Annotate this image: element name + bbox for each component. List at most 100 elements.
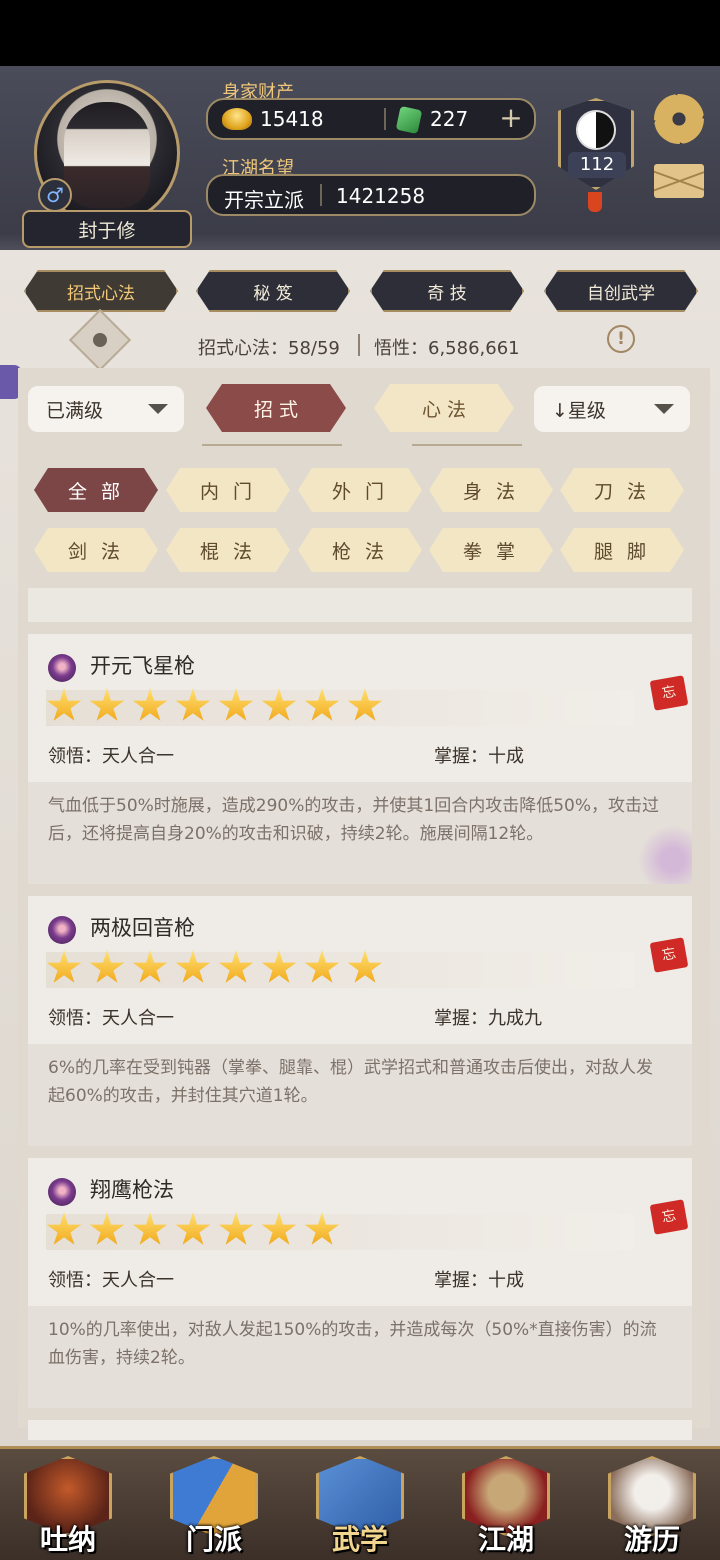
star-icon (347, 950, 383, 983)
star-icon (261, 688, 297, 721)
nav-label: 江湖 (477, 1523, 534, 1556)
star-icon (46, 688, 82, 721)
sort-value: ↓星级 (552, 399, 606, 422)
skill-description: 气血低于50%时施展，造成290%的攻击，并使其1回合内攻击降低50%，攻击过后… (48, 796, 659, 844)
skill-description: 10%的几率使出，对敌人发起150%的攻击，并造成每次（50%*直接伤害）的流血… (48, 1320, 657, 1368)
star-icon (46, 1212, 82, 1245)
rank-title: 开宗立派 (224, 188, 304, 212)
divider (384, 108, 386, 130)
tab-underline (202, 444, 342, 446)
chevron-down-icon (654, 404, 674, 414)
wealth-bar (206, 98, 536, 140)
gender-icon: ♂ (38, 178, 72, 212)
tab-special-skills[interactable]: 奇 技 (370, 270, 524, 312)
category-inner[interactable]: 内 门 (166, 468, 290, 512)
nav-travel[interactable]: 游历 (602, 1452, 702, 1556)
skill-insight: 领悟：天人合一 (48, 1270, 174, 1291)
tab-manuals[interactable]: 秘 笈 (196, 270, 350, 312)
star-icon (347, 688, 383, 721)
spear-skill-icon (48, 654, 76, 682)
category-outer[interactable]: 外 门 (298, 468, 422, 512)
star-icon (175, 950, 211, 983)
skill-insight: 领悟：天人合一 (48, 746, 174, 767)
level-filter-value: 已满级 (46, 399, 104, 422)
star-icon (218, 950, 254, 983)
nav-jianghu[interactable]: 江湖 (456, 1452, 556, 1556)
skill-mastery: 掌握：十成 (434, 1270, 524, 1291)
forget-button[interactable]: 忘 (649, 937, 689, 973)
tab-custom-martial-arts[interactable]: 自创武学 (544, 270, 698, 312)
star-rating (46, 950, 383, 986)
category-blade[interactable]: 刀 法 (560, 468, 684, 512)
category-sword[interactable]: 剑 法 (34, 528, 158, 572)
skill-insight: 领悟：天人合一 (48, 1008, 174, 1029)
skill-name: 两极回音枪 (90, 916, 195, 940)
star-icon (261, 950, 297, 983)
avatar-portrait (64, 102, 150, 208)
nav-label: 吐纳 (39, 1523, 96, 1556)
nav-sect[interactable]: 门派 (164, 1452, 264, 1556)
skill-card[interactable]: 开元飞星枪 领悟：天人合一 掌握：十成 气血低于50%时施展，造成290%的攻击… (28, 634, 692, 884)
tab-inner-methods[interactable]: 心 法 (374, 384, 514, 432)
tab-underline (412, 444, 522, 446)
level-filter-dropdown[interactable]: 已满级 (28, 386, 184, 432)
skill-description: 6%的几率在受到钝器（掌拳、腿靠、棍）武学招式和普通攻击后使出，对敌人发起60%… (48, 1058, 653, 1106)
star-rating (46, 1212, 340, 1248)
skill-card[interactable]: 两极回音枪 领悟：天人合一 掌握：九成九 6%的几率在受到钝器（掌拳、腿靠、棍）… (28, 896, 692, 1146)
forget-button[interactable]: 忘 (649, 1199, 689, 1235)
nav-label: 游历 (623, 1523, 680, 1556)
category-all[interactable]: 全 部 (34, 468, 158, 512)
star-icon (89, 1212, 125, 1245)
star-icon (218, 1212, 254, 1245)
star-icon (175, 688, 211, 721)
gold-amount: 15418 (260, 107, 324, 131)
star-icon (132, 688, 168, 721)
star-icon (89, 950, 125, 983)
star-icon (89, 688, 125, 721)
star-icon (46, 950, 82, 983)
reputation-value: 1421258 (336, 184, 426, 208)
yin-yang-icon (576, 110, 616, 150)
star-icon (304, 1212, 340, 1245)
divider (358, 334, 360, 356)
nav-martial-arts[interactable]: 武学 (310, 1452, 410, 1556)
status-bar (0, 0, 720, 66)
level-number: 112 (568, 152, 626, 178)
insight-value: 悟性：6,586,661 (374, 338, 520, 359)
tab-moves[interactable]: 招 式 (206, 384, 346, 432)
category-leg[interactable]: 腿 脚 (560, 528, 684, 572)
tab-skills-methods[interactable]: 招式心法 (24, 270, 178, 312)
info-icon[interactable]: ! (607, 325, 635, 353)
star-icon (175, 1212, 211, 1245)
spear-skill-icon (48, 1178, 76, 1206)
skill-mastery: 掌握：九成九 (434, 1008, 542, 1029)
star-icon (261, 1212, 297, 1245)
star-icon (132, 1212, 168, 1245)
category-fist-palm[interactable]: 拳 掌 (429, 528, 553, 572)
category-movement[interactable]: 身 法 (429, 468, 553, 512)
skill-name: 开元飞星枪 (90, 654, 195, 678)
nav-label: 武学 (331, 1523, 388, 1556)
tassel-decoration (588, 192, 602, 212)
forget-button[interactable]: 忘 (649, 675, 689, 711)
category-staff[interactable]: 棍 法 (166, 528, 290, 572)
star-icon (304, 950, 340, 983)
star-rating (46, 688, 383, 724)
sort-dropdown[interactable]: ↓星级 (534, 386, 690, 432)
skill-card[interactable]: 翔鹰枪法 领悟：天人合一 掌握：十成 10%的几率使出，对敌人发起150%的攻击… (28, 1158, 692, 1408)
nav-meditate[interactable]: 吐纳 (18, 1452, 118, 1556)
jade-amount: 227 (430, 107, 469, 131)
star-icon (304, 688, 340, 721)
category-spear[interactable]: 枪 法 (298, 528, 422, 572)
skills-count: 招式心法：58/59 (198, 338, 340, 359)
add-currency-button[interactable]: + (496, 104, 526, 134)
star-icon (132, 950, 168, 983)
gold-ingot-icon (222, 108, 252, 130)
skill-name: 翔鹰枪法 (90, 1178, 174, 1202)
nav-label: 门派 (185, 1523, 242, 1556)
mail-icon[interactable] (654, 164, 704, 198)
spear-skill-icon (48, 916, 76, 944)
gear-icon[interactable] (654, 94, 704, 144)
chevron-down-icon (148, 404, 168, 414)
star-icon (218, 688, 254, 721)
